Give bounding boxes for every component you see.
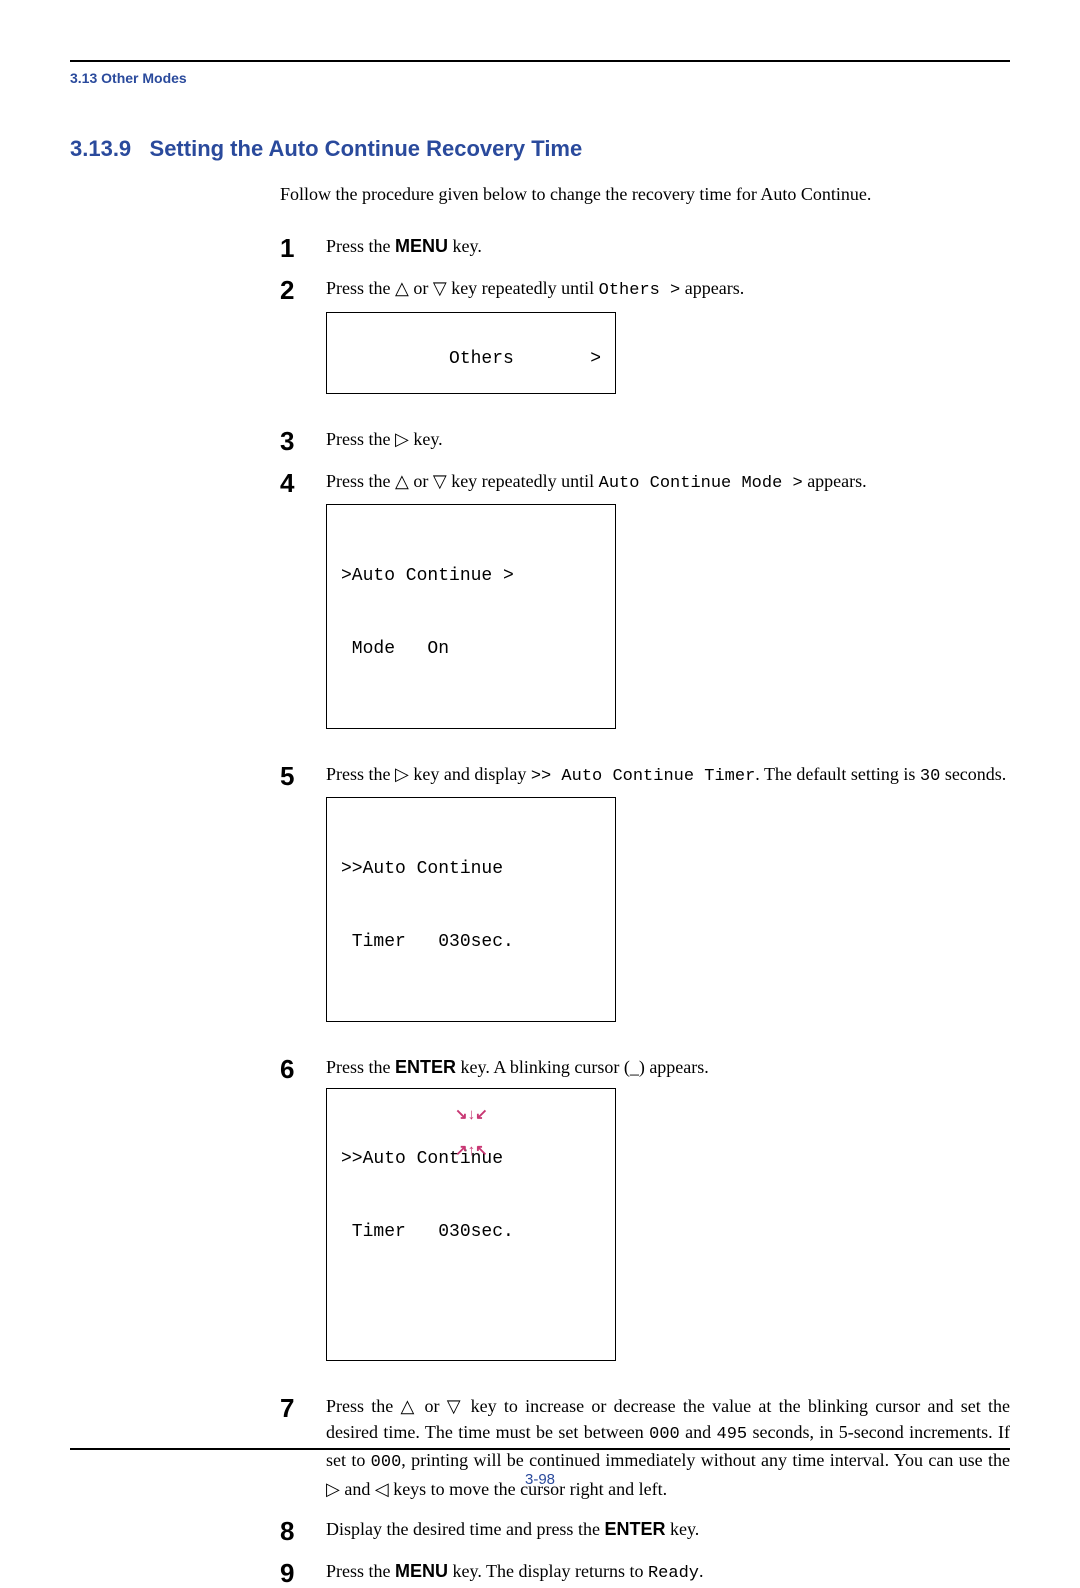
text: key. The display returns to bbox=[448, 1561, 648, 1581]
step-number: 9 bbox=[280, 1560, 326, 1586]
document-page: 3.13 Other Modes 3.13.9 Setting the Auto… bbox=[0, 0, 1080, 1528]
text: Press the bbox=[326, 471, 395, 491]
lcd-display: >>Auto Continue Timer 030sec. ↘↓↙ ↗↑↖ bbox=[326, 1088, 616, 1361]
triangle-up-icon: △ bbox=[401, 1396, 418, 1416]
text: or bbox=[409, 471, 433, 491]
top-rule bbox=[70, 60, 1010, 62]
lcd-line: Timer 030sec. bbox=[341, 1220, 601, 1244]
lcd-line: Mode On bbox=[341, 637, 601, 661]
lcd-line: Others bbox=[449, 349, 514, 369]
step-body: Press the ▷ key and display >> Auto Cont… bbox=[326, 761, 1010, 1040]
text: Press the bbox=[326, 429, 395, 449]
step-2: 2 Press the △ or ▽ key repeatedly until … bbox=[280, 275, 1010, 412]
step-number: 1 bbox=[280, 235, 326, 261]
section-title-text: Setting the Auto Continue Recovery Time bbox=[150, 136, 583, 161]
text: and bbox=[680, 1422, 717, 1442]
text: . bbox=[699, 1561, 704, 1581]
lcd-text-inline: 000 bbox=[371, 1453, 402, 1472]
text: key repeatedly until bbox=[447, 471, 599, 491]
lcd-line: >>Auto Continue bbox=[341, 857, 601, 881]
lcd-line: >Auto Continue > bbox=[341, 564, 601, 588]
text: key. bbox=[409, 429, 443, 449]
key-name: MENU bbox=[395, 1561, 448, 1581]
lcd-display: >Auto Continue > Mode On bbox=[326, 504, 616, 728]
text: or bbox=[417, 1396, 447, 1416]
running-header: 3.13 Other Modes bbox=[70, 70, 1010, 86]
step-body: Press the △ or ▽ key repeatedly until Ot… bbox=[326, 275, 1010, 412]
text: key. bbox=[448, 236, 482, 256]
key-name: MENU bbox=[395, 236, 448, 256]
section-number: 3.13.9 bbox=[70, 136, 131, 161]
text: Press the bbox=[326, 1561, 395, 1581]
step-number: 3 bbox=[280, 428, 326, 454]
step-body: Press the △ or ▽ key repeatedly until Au… bbox=[326, 468, 1010, 747]
triangle-down-icon: ▽ bbox=[433, 471, 447, 491]
step-body: Press the MENU key. The display returns … bbox=[326, 1558, 1010, 1587]
intro-text: Follow the procedure given below to chan… bbox=[280, 184, 1010, 205]
step-9: 9 Press the MENU key. The display return… bbox=[280, 1558, 1010, 1587]
text: Press the bbox=[326, 764, 395, 784]
text: or bbox=[409, 278, 433, 298]
triangle-up-icon: △ bbox=[395, 278, 409, 298]
text: Press the bbox=[326, 236, 395, 256]
step-number: 8 bbox=[280, 1518, 326, 1544]
step-1: 1 Press the MENU key. bbox=[280, 233, 1010, 261]
text: appears. bbox=[803, 471, 867, 491]
text: key repeatedly until bbox=[447, 278, 599, 298]
step-number: 5 bbox=[280, 763, 326, 789]
cursor-arrow-icon: ↗↑↖ bbox=[455, 1143, 479, 1158]
lcd-text-inline: >> Auto Continue Timer bbox=[531, 767, 755, 786]
step-body: Display the desired time and press the E… bbox=[326, 1516, 1010, 1542]
lcd-text-inline: Ready bbox=[648, 1564, 699, 1583]
lcd-text-inline: 000 bbox=[649, 1425, 680, 1444]
lcd-text-inline: 30 bbox=[920, 767, 940, 786]
step-number: 4 bbox=[280, 470, 326, 496]
page-number: 3-98 bbox=[0, 1471, 1080, 1488]
triangle-down-icon: ▽ bbox=[433, 278, 447, 298]
lcd-display: Others > bbox=[326, 312, 616, 394]
lcd-gt: > bbox=[590, 347, 601, 371]
triangle-down-icon: ▽ bbox=[447, 1396, 464, 1416]
text: , printing will be continued immediately… bbox=[401, 1450, 1010, 1470]
key-name: ENTER bbox=[395, 1057, 456, 1077]
step-5: 5 Press the ▷ key and display >> Auto Co… bbox=[280, 761, 1010, 1040]
text: Display the desired time and press the bbox=[326, 1519, 604, 1539]
text: key. A blinking cursor (_) appears. bbox=[456, 1057, 709, 1077]
lcd-line: Timer 030sec. bbox=[341, 930, 601, 954]
text: appears. bbox=[680, 278, 744, 298]
lcd-display: >>Auto Continue Timer 030sec. bbox=[326, 797, 616, 1021]
step-body: Press the MENU key. bbox=[326, 233, 1010, 259]
section-heading: 3.13.9 Setting the Auto Continue Recover… bbox=[70, 136, 1010, 162]
step-body: Press the ENTER key. A blinking cursor (… bbox=[326, 1054, 1010, 1379]
lcd-text-inline: Others > bbox=[599, 281, 681, 300]
step-body: Press the ▷ key. bbox=[326, 426, 1010, 452]
text: seconds. bbox=[940, 764, 1006, 784]
text: key. bbox=[665, 1519, 699, 1539]
triangle-up-icon: △ bbox=[395, 471, 409, 491]
triangle-right-icon: ▷ bbox=[395, 429, 409, 449]
lcd-text-inline: 495 bbox=[717, 1425, 748, 1444]
key-name: ENTER bbox=[604, 1519, 665, 1539]
step-number: 2 bbox=[280, 277, 326, 303]
triangle-right-icon: ▷ bbox=[395, 764, 409, 784]
text: . The default setting is bbox=[755, 764, 920, 784]
step-number: 7 bbox=[280, 1395, 326, 1421]
steps-list: 1 Press the MENU key. 2 Press the △ or ▽… bbox=[280, 233, 1010, 1587]
step-6: 6 Press the ENTER key. A blinking cursor… bbox=[280, 1054, 1010, 1379]
text: Press the bbox=[326, 1057, 395, 1077]
text: Press the bbox=[326, 278, 395, 298]
text: Press the bbox=[326, 1396, 401, 1416]
step-number: 6 bbox=[280, 1056, 326, 1082]
bottom-rule bbox=[70, 1448, 1010, 1450]
text: key and display bbox=[409, 764, 531, 784]
step-8: 8 Display the desired time and press the… bbox=[280, 1516, 1010, 1544]
step-4: 4 Press the △ or ▽ key repeatedly until … bbox=[280, 468, 1010, 747]
lcd-text-inline: Auto Continue Mode > bbox=[599, 474, 803, 493]
step-3: 3 Press the ▷ key. bbox=[280, 426, 1010, 454]
cursor-arrow-icon: ↘↓↙ bbox=[455, 1107, 479, 1122]
